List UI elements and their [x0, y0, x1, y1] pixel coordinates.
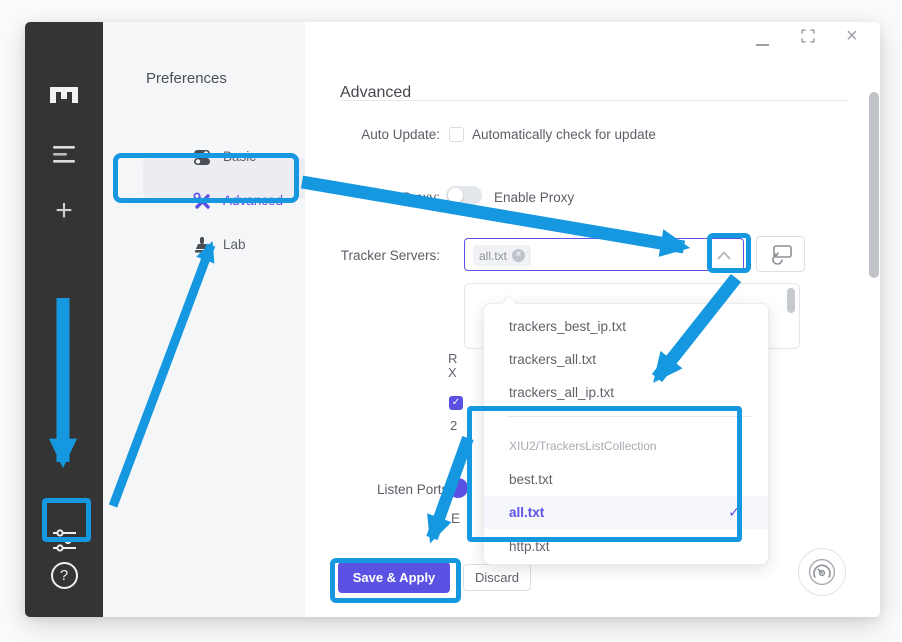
sync-icon — [770, 245, 792, 265]
proxy-toggle-text: Enable Proxy — [494, 190, 574, 205]
gauge-icon — [808, 558, 836, 586]
dropdown-option[interactable]: trackers_best_ip.txt — [484, 310, 768, 343]
annotation-box-preferences-icon — [42, 498, 91, 542]
clipped-checked-checkbox: ✓ — [449, 396, 463, 410]
clipped-toggle — [448, 478, 468, 498]
toggle-knob — [448, 188, 463, 203]
selected-tag: all.txt × — [473, 245, 531, 266]
screenshot-page: + ? Preferences — [0, 0, 902, 642]
discard-button[interactable]: Discard — [463, 564, 531, 591]
clipped-text: E — [451, 511, 460, 526]
annotation-box-save-button — [330, 558, 461, 603]
annotation-box-chevron — [707, 233, 751, 273]
minimize-button[interactable] — [756, 36, 770, 46]
dropdown-notch — [501, 297, 517, 305]
auto-update-label: Auto Update: — [315, 127, 440, 142]
auto-update-checkbox-text: Automatically check for update — [472, 127, 656, 142]
proxy-label: Proxy: — [315, 190, 440, 205]
tracker-servers-select[interactable]: all.txt × — [464, 238, 744, 271]
annotation-box-advanced-item — [113, 153, 299, 203]
dropdown-option[interactable]: trackers_all_ip.txt — [484, 376, 768, 409]
annotation-box-dropdown-group — [467, 406, 742, 542]
proxy-toggle[interactable] — [446, 186, 482, 205]
maximize-icon — [801, 29, 815, 43]
title-divider — [340, 100, 848, 101]
remove-tag-icon[interactable]: × — [512, 249, 525, 262]
clipped-text: X — [448, 365, 459, 380]
speed-gauge-button[interactable] — [798, 548, 846, 596]
textarea-scrollbar[interactable] — [787, 288, 795, 313]
maximize-button[interactable] — [801, 29, 815, 48]
auto-update-checkbox[interactable] — [449, 127, 464, 142]
clipped-text: R — [448, 351, 459, 366]
app-window: + ? Preferences — [25, 22, 880, 617]
tag-label: all.txt — [479, 249, 507, 263]
sync-trackers-button[interactable] — [756, 236, 805, 272]
main-scrollbar[interactable] — [869, 92, 879, 278]
tracker-servers-label: Tracker Servers: — [315, 248, 440, 263]
close-button[interactable]: × — [846, 25, 858, 48]
dropdown-option[interactable]: trackers_all.txt — [484, 343, 768, 376]
listen-ports-label: Listen Ports: — [327, 482, 452, 497]
minimize-icon — [756, 44, 769, 46]
clipped-text: 2 — [450, 418, 460, 433]
